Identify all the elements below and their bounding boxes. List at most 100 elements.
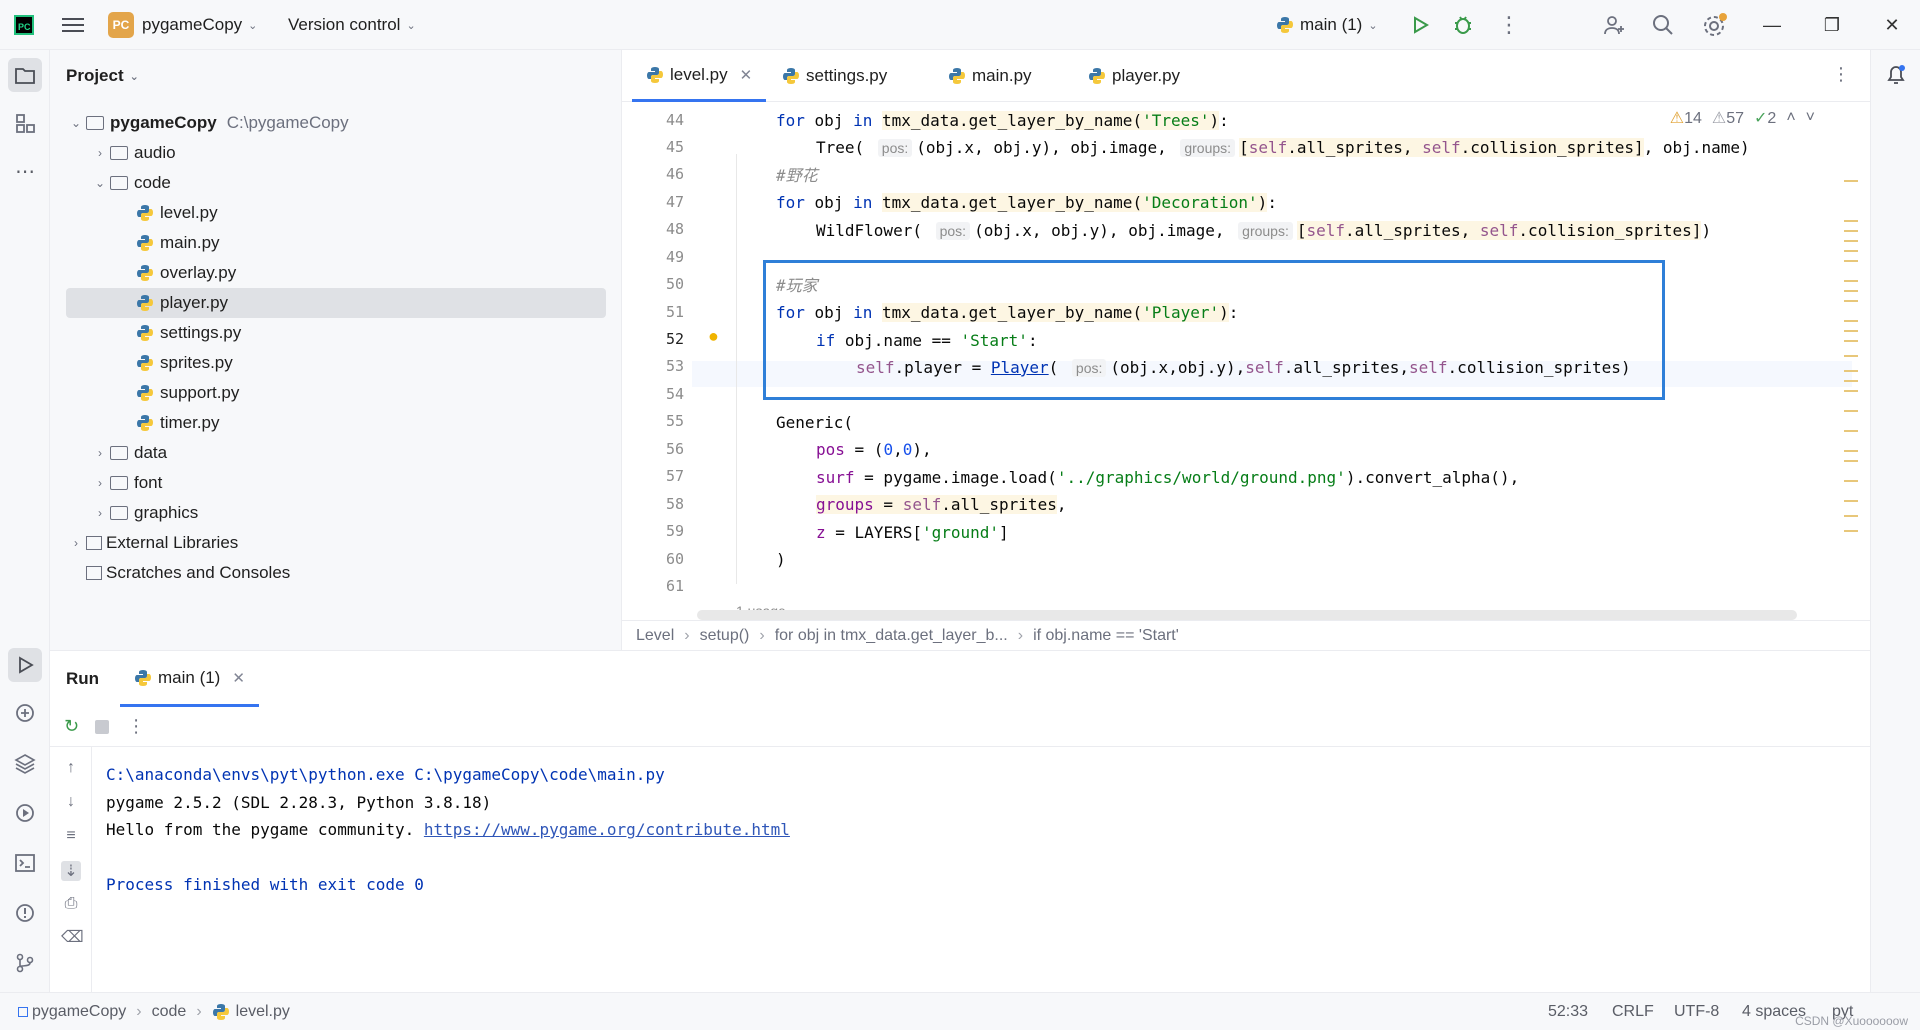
error-stripe-mark[interactable] xyxy=(1844,280,1858,282)
minimize-button[interactable]: — xyxy=(1744,0,1800,50)
error-stripe-mark[interactable] xyxy=(1844,240,1858,242)
error-stripe-mark[interactable] xyxy=(1844,515,1858,517)
run-button[interactable] xyxy=(1410,0,1430,50)
tree-item-sprites-py[interactable]: sprites.py xyxy=(66,348,606,378)
breadcrumb-item[interactable]: Level xyxy=(636,627,674,645)
code-line-58[interactable]: groups = self.all_sprites, xyxy=(816,492,1066,518)
code-line-57[interactable]: surf = pygame.image.load('../graphics/wo… xyxy=(816,465,1519,491)
breadcrumb-item[interactable]: if obj.name == 'Start' xyxy=(1033,627,1179,645)
code-line-52[interactable]: if obj.name == 'Start': xyxy=(816,328,1038,354)
error-stripe[interactable] xyxy=(1844,180,1860,630)
error-stripe-mark[interactable] xyxy=(1844,355,1858,357)
main-menu-button[interactable] xyxy=(62,0,84,50)
error-stripe-mark[interactable] xyxy=(1844,320,1858,322)
arrow-down-icon[interactable]: ↓ xyxy=(61,793,81,813)
error-stripe-mark[interactable] xyxy=(1844,410,1858,412)
scroll-to-end-icon[interactable]: ⇣ xyxy=(61,861,81,881)
soft-wrap-icon[interactable]: ≡ xyxy=(61,827,81,847)
inspection-widget[interactable]: ⚠14 ⚠57 ✓2 ˄ ˅ xyxy=(1670,108,1815,128)
tree-item-font[interactable]: › font xyxy=(66,468,606,498)
tree-item-timer-py[interactable]: timer.py xyxy=(66,408,606,438)
problems-icon[interactable] xyxy=(8,896,42,930)
tab-run-main[interactable]: main (1) ✕ xyxy=(120,651,259,707)
breadcrumb-item[interactable]: for obj in tmx_data.get_layer_b... xyxy=(775,627,1008,645)
error-stripe-mark[interactable] xyxy=(1844,260,1858,262)
run-config-selector[interactable]: main (1) ⌄ xyxy=(1276,0,1378,50)
settings-button[interactable] xyxy=(1702,0,1728,50)
error-stripe-mark[interactable] xyxy=(1844,480,1858,482)
tree-item-external-libraries[interactable]: › External Libraries xyxy=(66,528,606,558)
debug-button[interactable] xyxy=(1452,0,1474,50)
print-icon[interactable]: ⎙ xyxy=(61,895,81,915)
tree-item-scratches[interactable]: Scratches and Consoles xyxy=(66,558,606,588)
more-tools-icon[interactable]: ⋯ xyxy=(8,154,42,188)
layers-icon[interactable] xyxy=(8,746,42,780)
horizontal-scrollbar[interactable] xyxy=(697,610,1797,620)
stop-icon[interactable] xyxy=(95,719,110,734)
lightbulb-icon[interactable]: ● xyxy=(708,326,719,347)
line-separator[interactable]: CRLF xyxy=(1612,993,1654,1030)
python-console-icon[interactable] xyxy=(8,696,42,730)
console-link[interactable]: https://www.pygame.org/contribute.html xyxy=(424,820,790,839)
tree-item-code[interactable]: ⌄ code xyxy=(66,168,606,198)
error-stripe-mark[interactable] xyxy=(1844,220,1858,222)
project-tool-icon[interactable] xyxy=(8,58,42,92)
error-stripe-mark[interactable] xyxy=(1844,370,1858,372)
tree-root[interactable]: ⌄ pygameCopy C:\pygameCopy xyxy=(66,108,606,138)
code-line-55[interactable]: Generic( xyxy=(776,410,853,436)
close-icon[interactable]: ✕ xyxy=(740,66,753,84)
code-line-59[interactable]: z = LAYERS['ground'] xyxy=(816,520,1009,546)
error-stripe-mark[interactable] xyxy=(1844,330,1858,332)
run-tool-icon[interactable] xyxy=(8,648,42,682)
code-line-56[interactable]: pos = (0,0), xyxy=(816,437,932,463)
error-stripe-mark[interactable] xyxy=(1844,180,1858,182)
git-icon[interactable] xyxy=(8,946,42,980)
code-line-46-comment[interactable]: #野花 xyxy=(776,163,818,189)
terminal-icon[interactable] xyxy=(8,846,42,880)
error-stripe-mark[interactable] xyxy=(1844,340,1858,342)
tree-item-main-py[interactable]: main.py xyxy=(66,228,606,258)
tab-main-py[interactable]: main.py xyxy=(934,50,1046,102)
chevron-up-icon[interactable]: ˄ xyxy=(1786,109,1795,127)
tab-level-py[interactable]: level.py ✕ xyxy=(632,50,767,102)
error-stripe-mark[interactable] xyxy=(1844,230,1858,232)
code-line-44[interactable]: for obj in tmx_data.get_layer_by_name('T… xyxy=(776,108,1229,134)
error-stripe-mark[interactable] xyxy=(1844,380,1858,382)
close-icon[interactable]: ✕ xyxy=(232,669,245,687)
code-line-50-comment[interactable]: #玩家 xyxy=(776,273,818,299)
error-stripe-mark[interactable] xyxy=(1844,500,1858,502)
more-tabs-icon[interactable]: ⋮ xyxy=(1832,64,1850,85)
chevron-down-icon[interactable]: ˅ xyxy=(1806,109,1815,127)
rerun-icon[interactable]: ↻ xyxy=(64,716,79,737)
error-stripe-mark[interactable] xyxy=(1844,290,1858,292)
error-stripe-mark[interactable] xyxy=(1844,390,1858,392)
trash-icon[interactable]: ⌫ xyxy=(61,927,84,947)
tree-item-graphics[interactable]: › graphics xyxy=(66,498,606,528)
services-icon[interactable] xyxy=(8,796,42,830)
code-line-53[interactable]: self.player = Player( pos: (obj.x,obj.y),… xyxy=(856,355,1631,381)
more-actions-icon[interactable]: ⋮ xyxy=(1498,0,1520,50)
error-stripe-mark[interactable] xyxy=(1844,250,1858,252)
caret-position[interactable]: 52:33 xyxy=(1548,993,1588,1030)
error-stripe-mark[interactable] xyxy=(1844,530,1858,532)
structure-tool-icon[interactable] xyxy=(8,106,42,140)
tree-item-overlay-py[interactable]: overlay.py xyxy=(66,258,606,288)
code-line-45[interactable]: Tree( pos: (obj.x, obj.y), obj.image, gro… xyxy=(816,135,1750,161)
code-line-47[interactable]: for obj in tmx_data.get_layer_by_name('D… xyxy=(776,190,1277,216)
search-button[interactable] xyxy=(1652,0,1674,50)
notifications-icon[interactable] xyxy=(1879,58,1913,92)
tree-item-support-py[interactable]: support.py xyxy=(66,378,606,408)
code-line-51[interactable]: for obj in tmx_data.get_layer_by_name('P… xyxy=(776,300,1238,326)
error-stripe-mark[interactable] xyxy=(1844,430,1858,432)
tree-item-data[interactable]: › data xyxy=(66,438,606,468)
maximize-button[interactable]: ❐ xyxy=(1804,0,1860,50)
file-encoding[interactable]: UTF-8 xyxy=(1674,993,1719,1030)
tree-item-level-py[interactable]: level.py xyxy=(66,198,606,228)
code-with-me-button[interactable] xyxy=(1602,0,1626,50)
status-crumb[interactable]: code xyxy=(152,1003,187,1021)
tree-item-settings-py[interactable]: settings.py xyxy=(66,318,606,348)
error-stripe-mark[interactable] xyxy=(1844,300,1858,302)
code-line-48[interactable]: WildFlower( pos: (obj.x, obj.y), obj.imag… xyxy=(816,218,1711,244)
project-panel-header[interactable]: Project ⌄ xyxy=(66,66,139,86)
tree-item-player-py[interactable]: player.py xyxy=(66,288,606,318)
